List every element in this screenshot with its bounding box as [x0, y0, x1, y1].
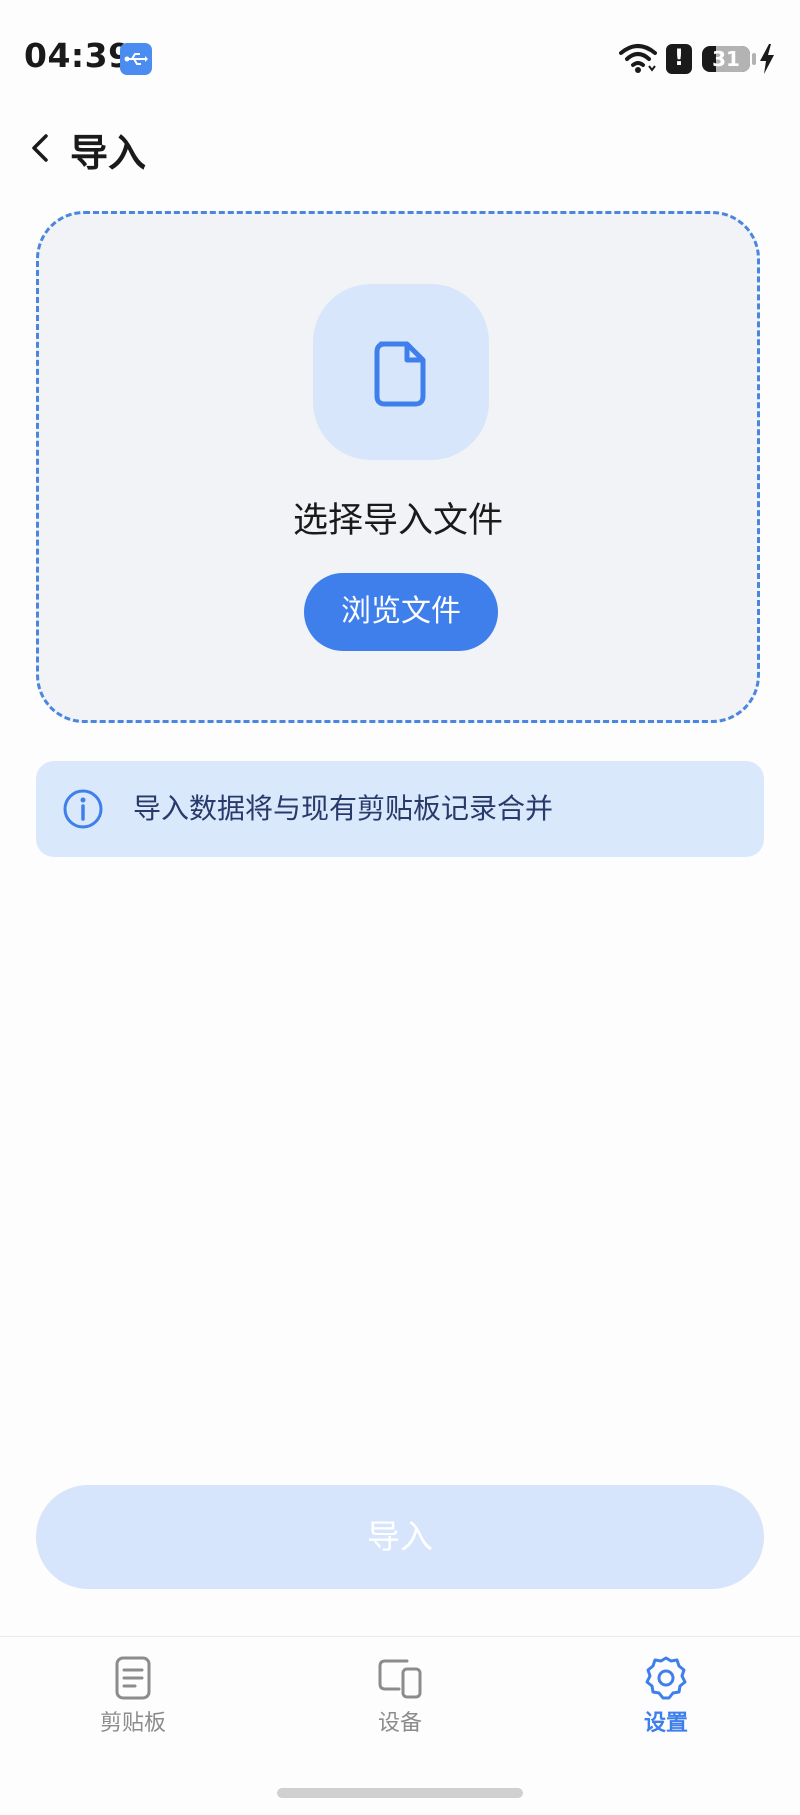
- file-icon: [374, 341, 426, 407]
- tab-clipboard[interactable]: 剪贴板: [53, 1655, 213, 1755]
- battery-tip: [752, 53, 756, 65]
- info-text: 导入数据将与现有剪贴板记录合并: [133, 792, 554, 825]
- alert-icon: !: [666, 44, 692, 74]
- file-icon-tile: [313, 284, 489, 460]
- battery-level: 31: [712, 47, 740, 71]
- tab-settings[interactable]: 设置: [586, 1655, 746, 1755]
- tab-label-settings: 设置: [643, 1711, 688, 1736]
- battery-icon: 31: [702, 46, 750, 72]
- status-time: 04:39: [24, 36, 132, 75]
- home-indicator[interactable]: [277, 1788, 523, 1798]
- clipboard-icon: [115, 1656, 151, 1700]
- page-title: 导入: [70, 131, 147, 175]
- page-header: 导入: [0, 118, 800, 178]
- tab-devices[interactable]: 设备: [320, 1655, 480, 1755]
- drop-zone-title: 选择导入文件: [292, 501, 503, 541]
- info-icon: [63, 789, 103, 829]
- charging-bolt-icon: [759, 44, 775, 78]
- browse-files-button[interactable]: 浏览文件: [304, 573, 498, 651]
- wifi-icon: [619, 42, 657, 78]
- chevron-left-icon: [32, 134, 48, 162]
- back-button[interactable]: [22, 126, 62, 170]
- devices-icon: [378, 1659, 422, 1699]
- tab-label-devices: 设备: [377, 1711, 422, 1736]
- file-drop-zone[interactable]: 选择导入文件 浏览文件: [36, 211, 760, 723]
- gear-icon: [645, 1656, 687, 1700]
- import-button[interactable]: 导入: [36, 1485, 764, 1589]
- info-banner: 导入数据将与现有剪贴板记录合并: [36, 761, 764, 857]
- usb-icon: [120, 43, 152, 75]
- status-bar: 04:39 ! 31: [0, 0, 800, 118]
- tab-label-clipboard: 剪贴板: [99, 1711, 166, 1736]
